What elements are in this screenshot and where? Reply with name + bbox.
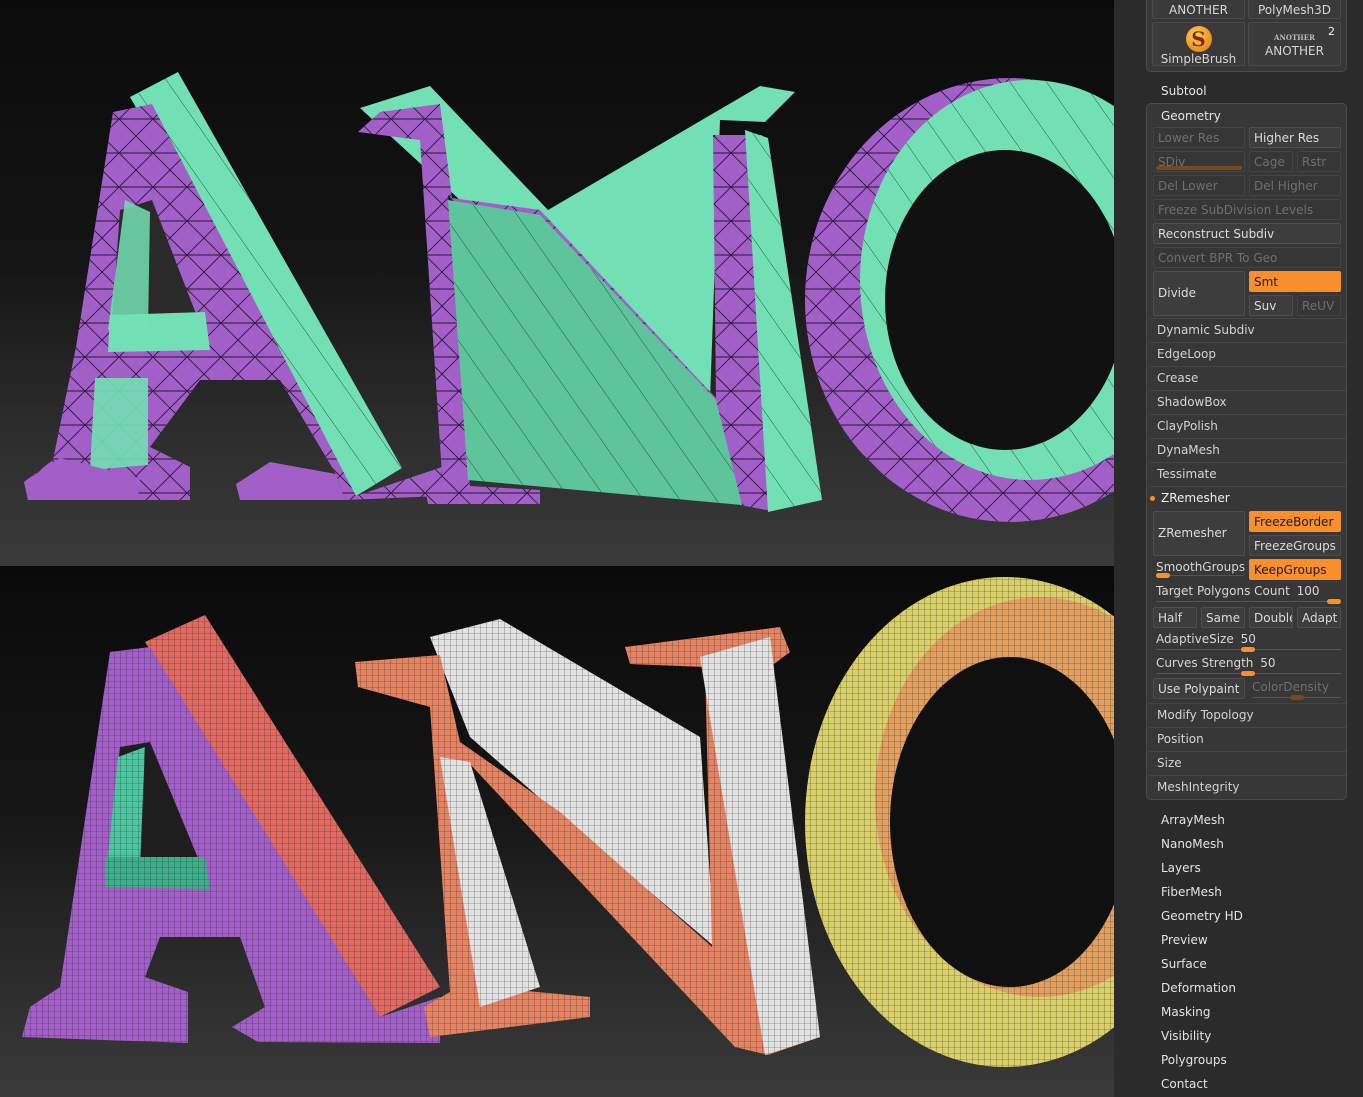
double-button[interactable]: Double	[1249, 607, 1293, 628]
tool-slot-another-2[interactable]: ANOTHER 2 ANOTHER	[1248, 22, 1341, 66]
section-claypolish[interactable]: ClayPolish	[1149, 414, 1346, 437]
keepgroups-toggle[interactable]: KeepGroups	[1249, 559, 1341, 580]
sdiv-track	[1156, 166, 1242, 170]
freezegroups-toggle[interactable]: FreezeGroups	[1249, 535, 1341, 556]
menu-masking[interactable]: Masking	[1161, 1003, 1210, 1021]
suv-toggle[interactable]: Suv	[1249, 295, 1293, 316]
subtool-menu[interactable]: Subtool	[1161, 81, 1207, 101]
letter-a-top	[24, 72, 442, 500]
colordensity-label: ColorDensity	[1252, 680, 1329, 694]
tool-label: ANOTHER	[1169, 3, 1228, 17]
higher-res-button[interactable]: Higher Res	[1249, 127, 1341, 148]
reuv-button[interactable]: ReUV	[1297, 295, 1341, 316]
section-meshintegrity[interactable]: MeshIntegrity	[1149, 775, 1346, 798]
reconstruct-subdiv-button[interactable]: Reconstruct Subdiv	[1153, 223, 1341, 244]
geometry-title[interactable]: Geometry	[1161, 106, 1221, 126]
cage-button[interactable]: Cage	[1249, 151, 1293, 172]
adaptivesize-knob[interactable]	[1241, 647, 1255, 652]
section-zremesher[interactable]: ZRemesher	[1149, 486, 1346, 509]
tool-slot-simplebrush[interactable]: S SimpleBrush	[1152, 22, 1245, 66]
curves-strength-knob[interactable]	[1241, 671, 1255, 676]
half-button[interactable]: Half	[1153, 607, 1197, 628]
tool-label: PolyMesh3D	[1257, 3, 1332, 17]
rstr-button[interactable]: Rstr	[1297, 151, 1341, 172]
divide-button[interactable]: Divide	[1153, 271, 1245, 316]
section-tessimate[interactable]: Tessimate	[1149, 462, 1346, 485]
del-lower-button[interactable]: Del Lower	[1153, 175, 1245, 196]
viewport-bottom[interactable]	[0, 567, 1114, 1097]
simplebrush-icon: S	[1185, 26, 1212, 52]
tool-slot-another[interactable]: ANOTHER	[1152, 0, 1245, 19]
use-polypaint-toggle[interactable]: Use Polypaint	[1153, 678, 1245, 699]
tool-panel: ANOTHER PolyMesh3D S SimpleBrush ANOTHER…	[1114, 0, 1363, 1097]
adaptivesize-slider[interactable]: AdaptiveSize 50	[1156, 630, 1341, 652]
curves-strength-value: 50	[1260, 656, 1276, 670]
tool-label: SimpleBrush	[1160, 52, 1237, 66]
sdiv-slider[interactable]: SDiv	[1153, 151, 1245, 172]
tool-palette: ANOTHER PolyMesh3D S SimpleBrush ANOTHER…	[1146, 0, 1347, 72]
del-higher-button[interactable]: Del Higher	[1249, 175, 1341, 196]
adapt-toggle[interactable]: Adapt	[1297, 607, 1341, 628]
target-polygons-label: Target Polygons Count	[1156, 584, 1290, 598]
letter-n-top	[358, 86, 822, 512]
section-modify-topology[interactable]: Modify Topology	[1149, 703, 1346, 726]
target-polygons-count-slider[interactable]: Target Polygons Count 100	[1156, 582, 1341, 604]
freeze-subdivision-levels-button[interactable]: Freeze SubDivision Levels	[1153, 199, 1341, 220]
section-shadowbox[interactable]: ShadowBox	[1149, 390, 1346, 413]
curves-strength-label: Curves Strength	[1156, 656, 1254, 670]
convert-bpr-to-geo-button[interactable]: Convert BPR To Geo	[1153, 247, 1341, 268]
viewport-top[interactable]	[0, 0, 1114, 567]
target-polygons-knob[interactable]	[1327, 599, 1341, 604]
section-position[interactable]: Position	[1149, 727, 1346, 750]
zremesher-button[interactable]: ZRemesher	[1153, 511, 1245, 556]
colordensity-slider[interactable]: ColorDensity	[1252, 678, 1341, 700]
tool-count-badge: 2	[1328, 25, 1335, 38]
adaptivesize-label: AdaptiveSize	[1156, 632, 1234, 646]
smoothgroups-label: SmoothGroups	[1156, 560, 1246, 574]
menu-visibility[interactable]: Visibility	[1161, 1027, 1211, 1045]
section-edgeloop[interactable]: EdgeLoop	[1149, 342, 1346, 365]
smt-toggle[interactable]: Smt	[1249, 271, 1341, 292]
target-polygons-value: 100	[1296, 584, 1320, 598]
menu-fibermesh[interactable]: FiberMesh	[1161, 883, 1222, 901]
section-dynamesh[interactable]: DynaMesh	[1149, 438, 1346, 461]
letter-o-top	[805, 78, 1114, 522]
tool-slot-polymesh3d[interactable]: PolyMesh3D	[1248, 0, 1341, 19]
menu-contact[interactable]: Contact	[1161, 1075, 1208, 1093]
menu-deformation[interactable]: Deformation	[1161, 979, 1236, 997]
tool-label: ANOTHER	[1265, 44, 1324, 58]
subtool-label: Subtool	[1161, 84, 1207, 98]
curves-strength-slider[interactable]: Curves Strength 50	[1156, 654, 1341, 676]
letter-o-bottom	[805, 577, 1114, 1067]
menu-polygroups[interactable]: Polygroups	[1161, 1051, 1227, 1069]
menu-arraymesh[interactable]: ArrayMesh	[1161, 811, 1225, 829]
adaptivesize-value: 50	[1240, 632, 1256, 646]
menu-geometry-hd[interactable]: Geometry HD	[1161, 907, 1243, 925]
lower-res-button[interactable]: Lower Res	[1153, 127, 1245, 148]
menu-preview[interactable]: Preview	[1161, 931, 1208, 949]
section-size[interactable]: Size	[1149, 751, 1346, 774]
menu-nanomesh[interactable]: NanoMesh	[1161, 835, 1224, 853]
menu-layers[interactable]: Layers	[1161, 859, 1201, 877]
menu-surface[interactable]: Surface	[1161, 955, 1207, 973]
freezeborder-toggle[interactable]: FreezeBorder	[1249, 511, 1341, 532]
mesh-before-remesh	[24, 72, 1114, 522]
mesh-after-remesh	[22, 577, 1114, 1067]
same-button[interactable]: Same	[1201, 607, 1245, 628]
colordensity-knob[interactable]	[1290, 695, 1304, 700]
smoothgroups-knob[interactable]	[1156, 573, 1170, 578]
section-dynamic-subdiv[interactable]: Dynamic Subdiv	[1149, 318, 1346, 341]
section-crease[interactable]: Crease	[1149, 366, 1346, 389]
geometry-subpalette: Geometry Lower Res Higher Res SDiv Cage …	[1146, 103, 1347, 800]
target-polygons-track	[1156, 601, 1341, 602]
smoothgroups-slider[interactable]: SmoothGroups	[1156, 558, 1246, 579]
tool-thumbnail: ANOTHER	[1274, 33, 1315, 42]
